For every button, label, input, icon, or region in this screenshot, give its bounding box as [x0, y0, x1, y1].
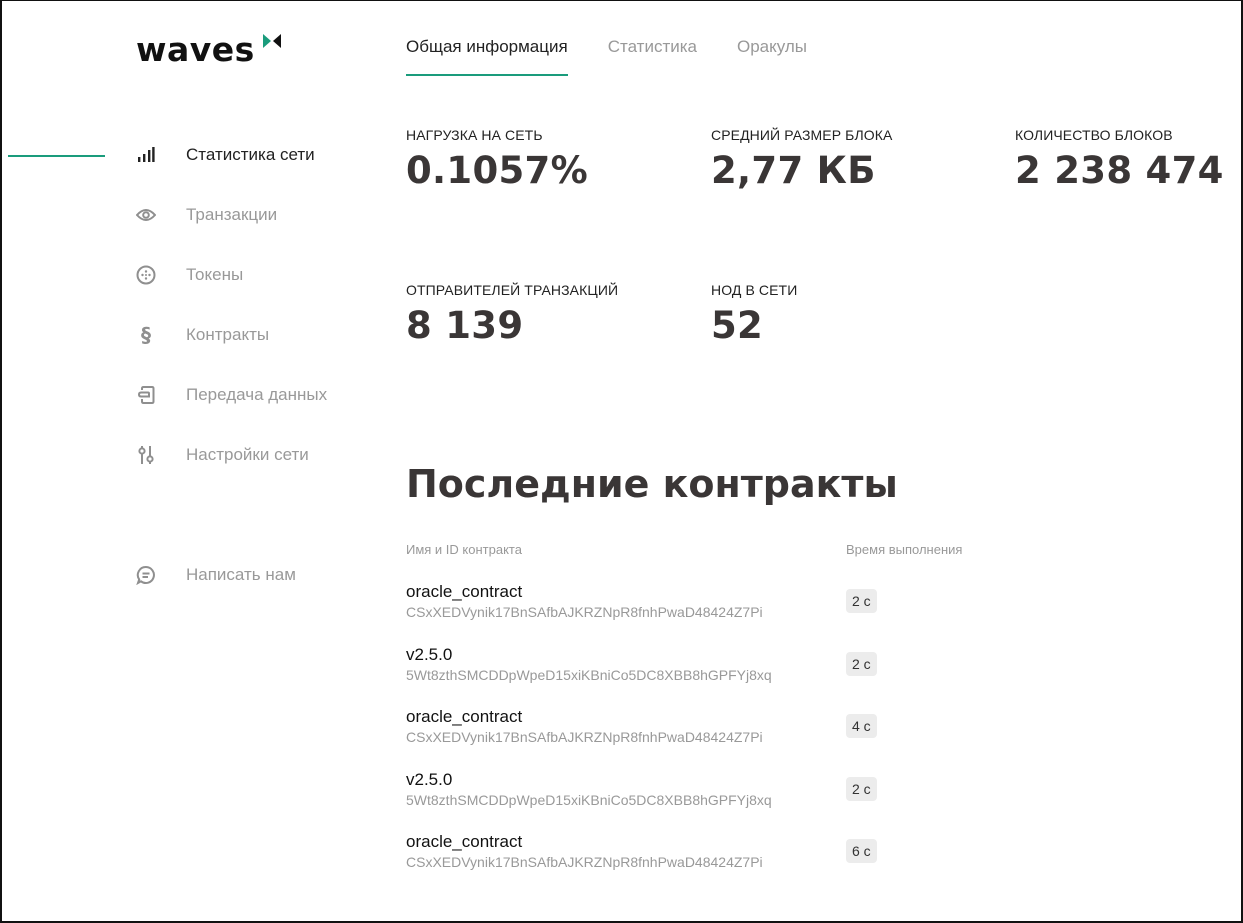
contract-cell: oracle_contract CSxXEDVynik17BnSAfbAJKRZ…	[406, 581, 846, 621]
stat-value: 0.1057%	[406, 149, 588, 192]
contracts-table: Имя и ID контракта Время выполнения orac…	[406, 542, 1006, 883]
table-row[interactable]: oracle_contract CSxXEDVynik17BnSAfbAJKRZ…	[406, 570, 1006, 633]
stat-label: СРЕДНИЙ РАЗМЕР БЛОКА	[711, 127, 893, 143]
contract-cell: v2.5.0 5Wt8zthSMCDDpWpeD15xiKBniCo5DC8XB…	[406, 769, 846, 809]
section-sign-icon: §	[141, 323, 151, 347]
sidebar-item-transactions[interactable]: Транзакции	[136, 203, 327, 227]
stat-block-count: КОЛИЧЕСТВО БЛОКОВ 2 238 474	[1015, 127, 1224, 192]
stat-value: 8 139	[406, 304, 524, 347]
token-icon	[136, 265, 156, 285]
chat-icon	[136, 565, 156, 585]
contract-cell: oracle_contract CSxXEDVynik17BnSAfbAJKRZ…	[406, 706, 846, 746]
contract-name: oracle_contract	[406, 707, 523, 727]
stat-label: КОЛИЧЕСТВО БЛОКОВ	[1015, 127, 1173, 143]
contract-name: v2.5.0	[406, 644, 453, 664]
column-header-name-id: Имя и ID контракта	[406, 542, 522, 557]
data-transfer-icon	[136, 385, 156, 405]
sidebar-item-label: Настройки сети	[186, 445, 309, 464]
top-tabs: Общая информация Статистика Оракулы	[406, 36, 807, 76]
stat-label: НОД В СЕТИ	[711, 282, 798, 298]
sidebar-item-label: Статистика сети	[186, 145, 315, 164]
table-header: Имя и ID контракта Время выполнения	[406, 542, 1006, 562]
sidebar-item-label: Написать нам	[186, 565, 296, 584]
contract-id: CSxXEDVynik17BnSAfbAJKRZNpR8fnhPwaD48424…	[406, 854, 763, 871]
exec-time-badge: 4 с	[846, 714, 877, 739]
sidebar-item-label: Транзакции	[186, 205, 278, 224]
stat-tx-senders: ОТПРАВИТЕЛЕЙ ТРАНЗАКЦИЙ 8 139	[406, 282, 618, 347]
sidebar-item-label: Токены	[186, 265, 244, 284]
tab-statistics[interactable]: Статистика	[608, 36, 697, 74]
tab-oracles[interactable]: Оракулы	[737, 36, 807, 74]
sidebar-item-data-transfer[interactable]: Передача данных	[136, 383, 327, 407]
contract-name: oracle_contract	[406, 832, 523, 852]
exec-time-cell: 2 с	[846, 589, 877, 614]
contract-cell: oracle_contract CSxXEDVynik17BnSAfbAJKRZ…	[406, 831, 846, 871]
sidebar-item-label: Передача данных	[186, 385, 328, 404]
sidebar-item-tokens[interactable]: Токены	[136, 263, 327, 287]
sidebar: Статистика сети Транзакции Токены § Конт…	[136, 143, 327, 585]
column-header-exec-time: Время выполнения	[846, 542, 963, 557]
sidebar-item-label: Контракты	[186, 325, 270, 344]
waves-logo[interactable]: waves	[136, 30, 281, 70]
contract-name: v2.5.0	[406, 769, 453, 789]
contract-id: 5Wt8zthSMCDDpWpeD15xiKBniCo5DC8XBB8hGPFY…	[406, 666, 772, 683]
sliders-icon	[136, 445, 156, 465]
exec-time-badge: 2 с	[846, 589, 877, 614]
contract-name: oracle_contract	[406, 582, 523, 602]
stat-avg-block-size: СРЕДНИЙ РАЗМЕР БЛОКА 2,77 КБ	[711, 127, 892, 192]
sidebar-item-network-settings[interactable]: Настройки сети	[136, 443, 327, 467]
table-row[interactable]: v2.5.0 5Wt8zthSMCDDpWpeD15xiKBniCo5DC8XB…	[406, 633, 1006, 696]
stat-nodes: НОД В СЕТИ 52	[711, 282, 797, 347]
table-row[interactable]: oracle_contract CSxXEDVynik17BnSAfbAJKRZ…	[406, 695, 1006, 758]
exec-time-cell: 2 с	[846, 776, 877, 801]
sidebar-item-network-stats[interactable]: Статистика сети	[136, 143, 327, 167]
contract-id: CSxXEDVynik17BnSAfbAJKRZNpR8fnhPwaD48424…	[406, 729, 763, 746]
exec-time-badge: 6 с	[846, 839, 877, 864]
eye-icon	[136, 205, 156, 225]
exec-time-cell: 6 с	[846, 839, 877, 864]
contract-cell: v2.5.0 5Wt8zthSMCDDpWpeD15xiKBniCo5DC8XB…	[406, 644, 846, 684]
contract-id: 5Wt8zthSMCDDpWpeD15xiKBniCo5DC8XBB8hGPFY…	[406, 791, 772, 808]
stat-value: 2 238 474	[1015, 149, 1224, 192]
tab-general-info[interactable]: Общая информация	[406, 36, 568, 76]
exec-time-badge: 2 с	[846, 776, 877, 801]
active-section-indicator	[8, 155, 105, 157]
table-row[interactable]: oracle_contract CSxXEDVynik17BnSAfbAJKRZ…	[406, 820, 1006, 883]
stat-network-load: НАГРУЗКА НА СЕТЬ 0.1057%	[406, 127, 588, 192]
sidebar-item-contracts[interactable]: § Контракты	[136, 323, 327, 347]
stat-value: 52	[711, 304, 764, 347]
stat-value: 2,77 КБ	[711, 149, 876, 192]
sidebar-item-contact-us[interactable]: Написать нам	[136, 563, 296, 587]
stat-label: НАГРУЗКА НА СЕТЬ	[406, 127, 543, 143]
logo-text: waves	[136, 30, 255, 69]
exec-time-cell: 2 с	[846, 651, 877, 676]
exec-time-badge: 2 с	[846, 651, 877, 676]
recent-contracts-title: Последние контракты	[406, 462, 898, 506]
waves-logo-mark-icon	[262, 34, 281, 48]
bar-chart-icon	[136, 145, 156, 165]
contract-id: CSxXEDVynik17BnSAfbAJKRZNpR8fnhPwaD48424…	[406, 604, 763, 621]
stat-label: ОТПРАВИТЕЛЕЙ ТРАНЗАКЦИЙ	[406, 282, 619, 298]
table-row[interactable]: v2.5.0 5Wt8zthSMCDDpWpeD15xiKBniCo5DC8XB…	[406, 758, 1006, 821]
exec-time-cell: 4 с	[846, 714, 877, 739]
